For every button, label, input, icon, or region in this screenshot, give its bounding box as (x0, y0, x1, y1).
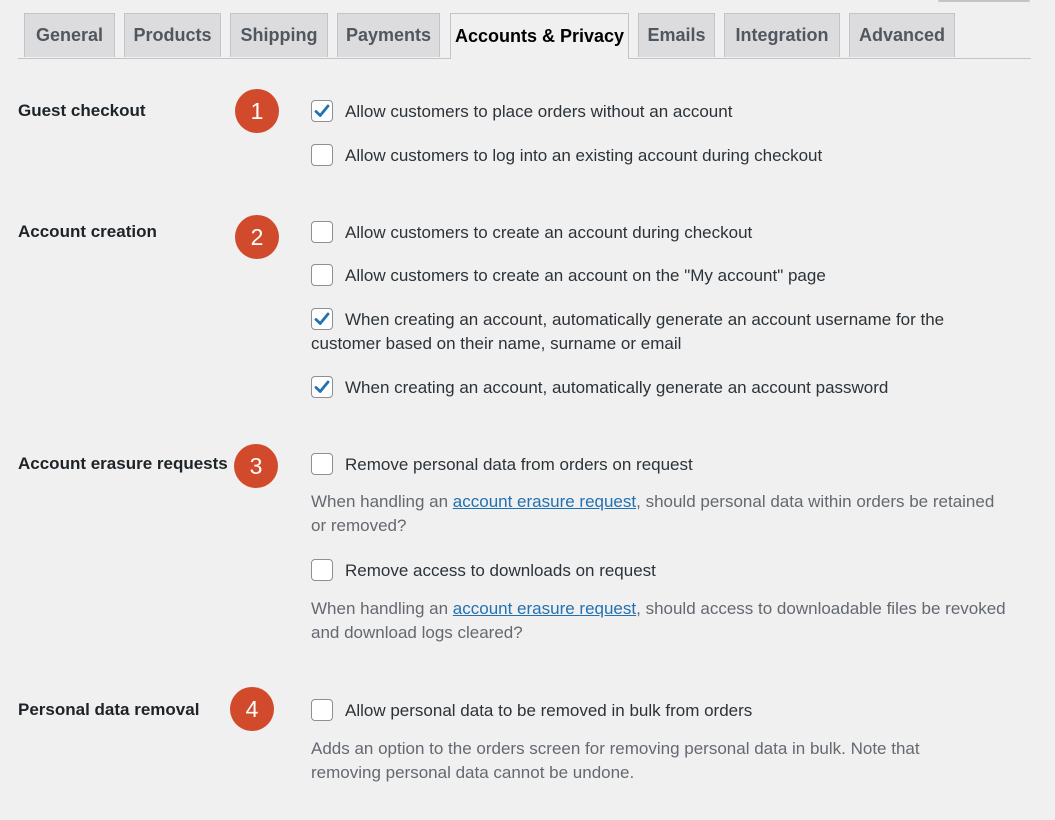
option-label-continued: customer based on their name, surname or… (311, 334, 681, 353)
personal-data-removal-label: Personal data removal (18, 700, 199, 720)
checkbox[interactable] (311, 144, 333, 166)
checkmark-icon (313, 378, 331, 396)
option-remove-downloads[interactable]: Remove access to downloads on request (311, 559, 656, 583)
step-badge-1: 1 (235, 89, 279, 133)
checkbox[interactable] (311, 559, 333, 581)
tab-shipping[interactable]: Shipping (230, 13, 328, 57)
tab-emails[interactable]: Emails (638, 13, 715, 57)
checkbox[interactable] (311, 308, 333, 330)
option-label: When creating an account, automatically … (345, 310, 944, 329)
option-description: When handling an account erasure request… (311, 490, 994, 538)
step-badge-2: 2 (235, 215, 279, 259)
erasure-requests-label: Account erasure requests (18, 454, 228, 474)
checkbox[interactable] (311, 100, 333, 122)
option-label: Allow customers to create an account dur… (345, 223, 752, 242)
tab-payments[interactable]: Payments (337, 13, 440, 57)
account-erasure-request-link[interactable]: account erasure request (453, 599, 636, 618)
tab-advanced[interactable]: Advanced (849, 13, 955, 57)
option-label: Allow customers to place orders without … (345, 102, 732, 121)
option-label: Allow customers to create an account on … (345, 266, 826, 285)
tab-integration[interactable]: Integration (724, 13, 840, 57)
desc-text: , should access to downloadable files be… (636, 599, 1006, 618)
option-create-myaccount[interactable]: Allow customers to create an account on … (311, 264, 826, 288)
tab-products[interactable]: Products (124, 13, 221, 57)
account-erasure-request-link[interactable]: account erasure request (453, 492, 636, 511)
save-button-edge[interactable] (938, 0, 1030, 2)
settings-tabs: General Products Shipping Payments Accou… (18, 13, 1031, 59)
desc-text: removing personal data cannot be undone. (311, 763, 634, 782)
desc-text: Adds an option to the orders screen for … (311, 739, 920, 758)
option-label: Allow personal data to be removed in bul… (345, 701, 752, 720)
checkbox[interactable] (311, 453, 333, 475)
checkbox[interactable] (311, 699, 333, 721)
option-description: When handling an account erasure request… (311, 597, 1006, 645)
checkbox[interactable] (311, 221, 333, 243)
guest-checkout-label: Guest checkout (18, 101, 146, 121)
desc-text: and download logs cleared? (311, 623, 523, 642)
checkmark-icon (313, 102, 331, 120)
account-creation-label: Account creation (18, 222, 157, 242)
option-create-checkout[interactable]: Allow customers to create an account dur… (311, 221, 752, 245)
option-bulk-removal[interactable]: Allow personal data to be removed in bul… (311, 699, 752, 723)
option-guest-login[interactable]: Allow customers to log into an existing … (311, 144, 822, 168)
option-label: Remove access to downloads on request (345, 561, 656, 580)
option-label: Remove personal data from orders on requ… (345, 455, 693, 474)
desc-text: When handling an (311, 599, 453, 618)
option-generate-password[interactable]: When creating an account, automatically … (311, 376, 888, 400)
desc-text: or removed? (311, 516, 406, 535)
settings-page: General Products Shipping Payments Accou… (0, 0, 1055, 820)
checkbox[interactable] (311, 264, 333, 286)
option-description: Adds an option to the orders screen for … (311, 737, 920, 785)
option-guest-orders[interactable]: Allow customers to place orders without … (311, 100, 732, 124)
step-badge-4: 4 (230, 687, 274, 731)
step-badge-3: 3 (234, 444, 278, 488)
tab-general[interactable]: General (24, 13, 115, 57)
option-label: When creating an account, automatically … (345, 378, 888, 397)
option-generate-username[interactable]: When creating an account, automatically … (311, 308, 944, 356)
checkbox[interactable] (311, 376, 333, 398)
tab-accounts-privacy[interactable]: Accounts & Privacy (450, 13, 629, 59)
option-remove-order-data[interactable]: Remove personal data from orders on requ… (311, 453, 693, 477)
desc-text: When handling an (311, 492, 453, 511)
desc-text: , should personal data within orders be … (636, 492, 994, 511)
checkmark-icon (313, 310, 331, 328)
option-label: Allow customers to log into an existing … (345, 146, 822, 165)
